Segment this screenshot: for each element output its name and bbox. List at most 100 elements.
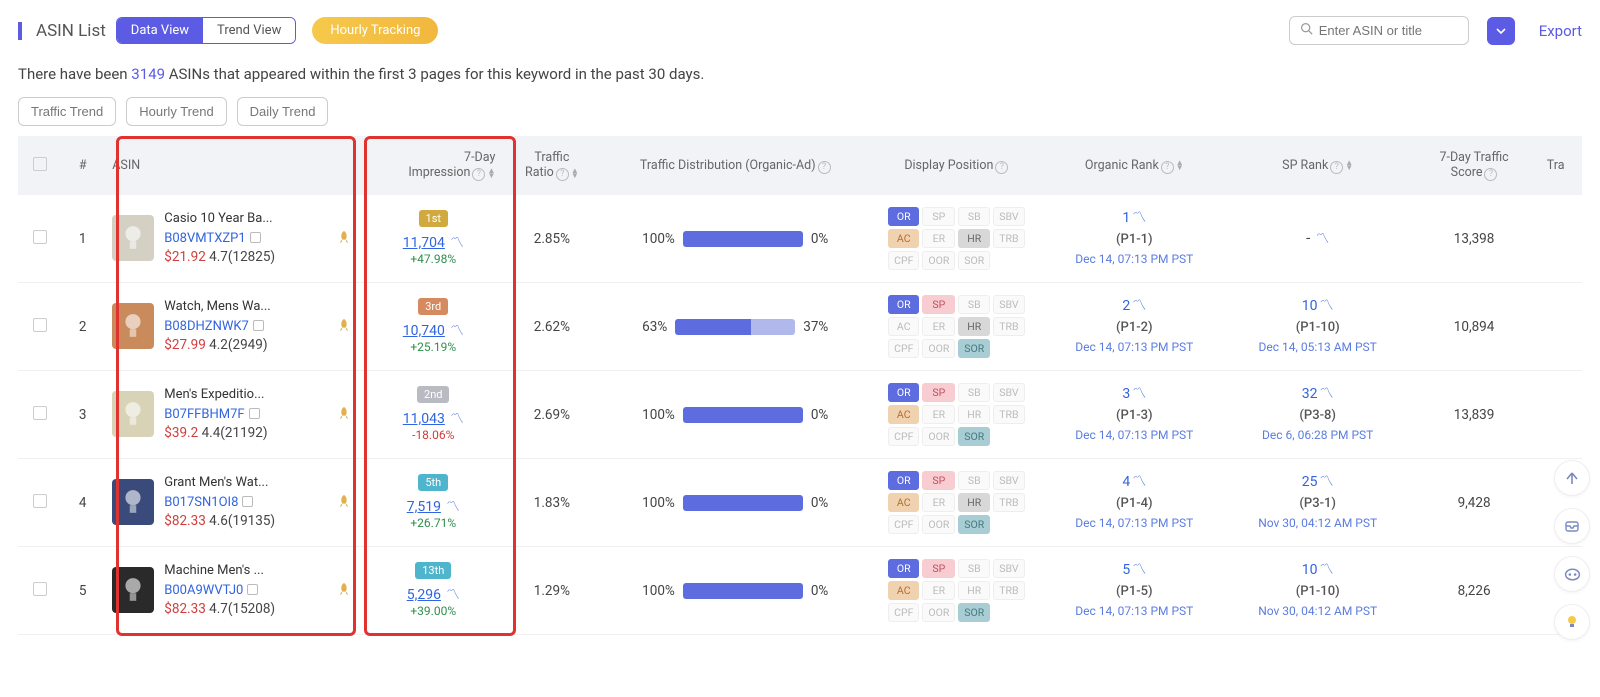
- asin-link[interactable]: B017SN1OI8: [164, 495, 238, 510]
- impression-change: +25.19%: [410, 340, 456, 354]
- help-icon[interactable]: ?: [472, 168, 485, 181]
- position-tag-sbv: SBV: [993, 295, 1024, 314]
- copy-icon[interactable]: [253, 320, 264, 331]
- asin-link[interactable]: B08VMTXZP1: [164, 231, 245, 246]
- search-input[interactable]: [1289, 16, 1469, 45]
- chart-icon[interactable]: 〽: [1320, 298, 1334, 314]
- search-field[interactable]: [1319, 23, 1458, 38]
- row-checkbox[interactable]: [33, 318, 47, 332]
- copy-icon[interactable]: [250, 232, 261, 243]
- position-tag-sb: SB: [958, 295, 990, 314]
- sort-icon[interactable]: ▲▼: [1176, 160, 1184, 170]
- position-tag-er: ER: [922, 581, 955, 600]
- chart-icon[interactable]: 〽: [446, 587, 460, 603]
- chart-icon[interactable]: 〽: [446, 499, 460, 515]
- product-thumb[interactable]: [112, 303, 154, 349]
- col-sp-rank[interactable]: SP Rank?▲▼: [1226, 136, 1409, 195]
- chart-icon[interactable]: 〽: [1320, 386, 1334, 402]
- help-icon[interactable]: ?: [818, 161, 831, 174]
- asin-link[interactable]: B07FFBHM7F: [164, 407, 244, 422]
- product-name[interactable]: Grant Men's Wat...: [164, 474, 275, 492]
- chart-icon[interactable]: 〽: [1320, 562, 1334, 578]
- organic-rank-cell: 5〽 (P1-5) Dec 14, 07:13 PM PST: [1051, 560, 1218, 622]
- traffic-score: 13,839: [1409, 371, 1538, 459]
- product-name[interactable]: Men's Expeditio...: [164, 386, 267, 404]
- position-tag-hr: HR: [958, 405, 990, 424]
- sort-icon[interactable]: ▲▼: [571, 168, 579, 178]
- chart-icon[interactable]: 〽: [1132, 210, 1146, 226]
- impression-link[interactable]: 11,043: [403, 411, 445, 427]
- position-tag-sor: SOR: [958, 339, 990, 358]
- sort-icon[interactable]: ▲▼: [487, 168, 495, 178]
- position-tag-oor: OOR: [922, 427, 955, 446]
- col-ratio[interactable]: Traffic Ratio?▲▼: [503, 136, 600, 195]
- table-row: 2 Watch, Mens Wa... B08DHZNWK7 $27.99 4.…: [18, 283, 1582, 371]
- ad-pct: 0%: [811, 231, 828, 247]
- position-tag-sp: SP: [922, 295, 955, 314]
- col-organic-rank[interactable]: Organic Rank?▲▼: [1043, 136, 1226, 195]
- position-tag-sbv: SBV: [993, 383, 1024, 402]
- impression-change: +26.71%: [410, 516, 456, 530]
- scroll-top-button[interactable]: [1554, 460, 1590, 496]
- sort-icon[interactable]: ▲▼: [1345, 160, 1353, 170]
- help-icon[interactable]: ?: [1484, 168, 1497, 181]
- help-icon[interactable]: ?: [1330, 161, 1343, 174]
- row-checkbox[interactable]: [33, 494, 47, 508]
- tips-button[interactable]: [1554, 604, 1590, 640]
- distribution-cell: 100% 0%: [608, 495, 862, 511]
- impression-link[interactable]: 11,704: [403, 235, 445, 251]
- row-checkbox[interactable]: [33, 582, 47, 596]
- row-checkbox[interactable]: [33, 406, 47, 420]
- help-icon[interactable]: ?: [556, 168, 569, 181]
- traffic-score: 13,398: [1409, 195, 1538, 283]
- chart-icon[interactable]: 〽: [1132, 298, 1146, 314]
- sp-rank-cell: 10〽(P1-10)Dec 14, 05:13 AM PST: [1234, 296, 1401, 358]
- product-thumb[interactable]: [112, 215, 154, 261]
- chart-icon[interactable]: 〽: [450, 323, 464, 339]
- position-tag-ac: AC: [888, 581, 919, 600]
- tab-data-view[interactable]: Data View: [117, 18, 203, 43]
- asin-link[interactable]: B00A9WVTJ0: [164, 583, 243, 598]
- col-asin[interactable]: ASIN: [104, 136, 363, 195]
- inbox-button[interactable]: [1554, 508, 1590, 544]
- row-checkbox[interactable]: [33, 230, 47, 244]
- copy-icon[interactable]: [249, 408, 260, 419]
- impression-link[interactable]: 10,740: [403, 323, 445, 339]
- select-all-checkbox[interactable]: [33, 157, 47, 171]
- chart-icon[interactable]: 〽: [450, 411, 464, 427]
- chart-icon[interactable]: 〽: [450, 235, 464, 251]
- chart-icon[interactable]: 〽: [1320, 474, 1334, 490]
- help-icon[interactable]: ?: [995, 161, 1008, 174]
- product-name[interactable]: Machine Men's ...: [164, 562, 275, 580]
- table-row: 3 Men's Expeditio... B07FFBHM7F $39.2 4.…: [18, 371, 1582, 459]
- traffic-trend-button[interactable]: Traffic Trend: [18, 97, 116, 126]
- product-thumb[interactable]: [112, 479, 154, 525]
- col-impression[interactable]: 7-Day Impression?▲▼: [363, 136, 503, 195]
- product-name[interactable]: Watch, Mens Wa...: [164, 298, 270, 316]
- tab-trend-view[interactable]: Trend View: [203, 18, 295, 43]
- position-tag-hr: HR: [958, 493, 990, 512]
- help-icon[interactable]: ?: [1161, 161, 1174, 174]
- chart-icon[interactable]: 〽: [1132, 474, 1146, 490]
- daily-trend-button[interactable]: Daily Trend: [237, 97, 329, 126]
- traffic-ratio: 1.29%: [503, 547, 600, 635]
- traffic-score: 9,428: [1409, 459, 1538, 547]
- chart-icon[interactable]: 〽: [1316, 231, 1330, 247]
- position-tag-ac: AC: [888, 493, 919, 512]
- discord-button[interactable]: [1554, 556, 1590, 592]
- product-name[interactable]: Casio 10 Year Ba...: [164, 210, 275, 228]
- copy-icon[interactable]: [247, 584, 258, 595]
- export-button[interactable]: Export: [1539, 22, 1582, 40]
- search-dropdown[interactable]: [1487, 17, 1515, 45]
- chart-icon[interactable]: 〽: [1132, 386, 1146, 402]
- chart-icon[interactable]: 〽: [1132, 562, 1146, 578]
- hourly-tracking-pill[interactable]: Hourly Tracking: [312, 17, 438, 44]
- copy-icon[interactable]: [242, 496, 253, 507]
- impression-link[interactable]: 5,296: [407, 587, 441, 603]
- product-thumb[interactable]: [112, 567, 154, 613]
- asin-link[interactable]: B08DHZNWK7: [164, 319, 249, 334]
- impression-link[interactable]: 7,519: [407, 499, 441, 515]
- hourly-trend-button[interactable]: Hourly Trend: [126, 97, 226, 126]
- position-tag-or: OR: [888, 295, 919, 314]
- product-thumb[interactable]: [112, 391, 154, 437]
